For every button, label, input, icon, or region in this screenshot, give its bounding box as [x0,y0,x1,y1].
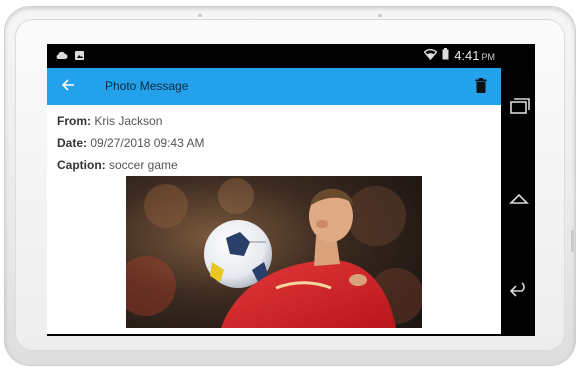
battery-icon [442,48,449,63]
date-label: Date: [57,136,88,150]
app-bar: Photo Message [47,68,501,105]
caption-label: Caption: [57,158,106,172]
device-screen: 4:41 PM Photo Message From: Kris Jackson … [47,44,535,336]
from-row: From: Kris Jackson [57,114,162,128]
arrow-left-icon [61,79,74,91]
date-value: 09/27/2018 09:43 AM [90,136,205,150]
home-button[interactable] [508,188,530,213]
soccer-player-image [126,176,422,328]
status-time: 4:41 PM [454,48,495,63]
recent-apps-icon [510,98,530,114]
caption-value: soccer game [109,158,178,172]
message-photo[interactable] [126,176,422,328]
date-row: Date: 09/27/2018 09:43 AM [57,136,204,150]
from-label: From: [57,114,91,128]
back-icon [509,282,525,297]
image-notification-icon [74,48,85,66]
from-value: Kris Jackson [94,114,163,128]
page-title: Photo Message [105,79,189,93]
android-nav-bar [501,44,535,336]
wifi-icon [423,48,438,63]
status-bar: 4:41 PM [47,44,501,68]
home-icon [509,193,529,204]
back-arrow-button[interactable] [61,76,75,96]
side-button [571,230,574,252]
back-button[interactable] [508,280,530,305]
top-sensor [198,14,202,17]
top-sensor-2 [378,14,382,17]
delete-button[interactable] [475,78,487,98]
message-content: From: Kris Jackson Date: 09/27/2018 09:4… [47,105,501,334]
recent-apps-button[interactable] [508,96,530,121]
trash-icon [475,78,487,93]
caption-row: Caption: soccer game [57,158,178,172]
cloud-icon [55,48,68,66]
